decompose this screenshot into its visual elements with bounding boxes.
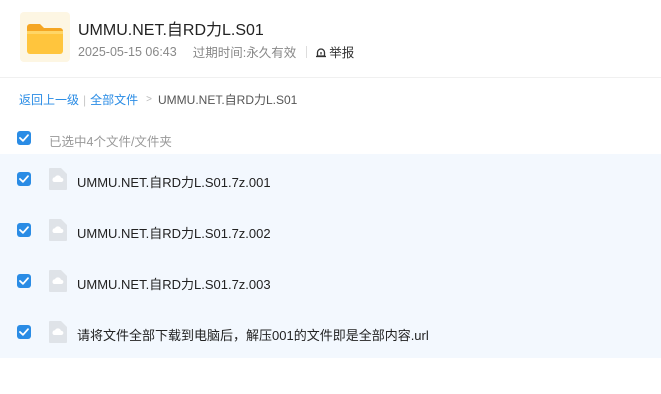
checkmark-icon [19, 226, 29, 234]
cloud-file-icon [49, 219, 67, 241]
file-name: UMMU.NET.自RD力L.S01.7z.001 [77, 175, 271, 190]
file-checkbox[interactable] [17, 172, 31, 186]
expire-label: 过期时间: [192, 46, 247, 60]
share-meta: 2025-05-15 06:43 过期时间: 永久有效 举报 [78, 42, 354, 61]
file-list: UMMU.NET.自RD力L.S01.7z.001 UMMU.NET.自RD力L… [0, 154, 661, 358]
file-row[interactable]: UMMU.NET.自RD力L.S01.7z.002 [0, 205, 661, 256]
file-name: UMMU.NET.自RD力L.S01.7z.003 [77, 277, 271, 292]
report-label: 举报 [329, 46, 355, 60]
back-link[interactable]: 返回上一级 [19, 91, 79, 108]
selection-count: 已选中4个文件/文件夹 [49, 135, 172, 149]
checkmark-icon [19, 134, 29, 142]
alarm-icon [316, 47, 327, 57]
cloud-file-icon [49, 270, 67, 292]
meta-divider [306, 45, 308, 58]
report-button[interactable]: 举报 [315, 42, 354, 61]
checkmark-icon [19, 277, 29, 285]
file-name: UMMU.NET.自RD力L.S01.7z.002 [77, 226, 271, 241]
cloud-file-icon [49, 168, 67, 190]
file-name: 请将文件全部下载到电脑后，解压001的文件即是全部内容.url [77, 328, 429, 343]
checkmark-icon [19, 175, 29, 183]
share-date: 2025-05-15 06:43 [78, 44, 177, 59]
breadcrumb-arrow-icon: > [146, 94, 152, 105]
header-divider [0, 77, 661, 78]
file-row[interactable]: 请将文件全部下载到电脑后，解压001的文件即是全部内容.url [0, 307, 661, 358]
share-title: UMMU.NET.自RD力L.S01 [78, 22, 264, 39]
checkmark-icon [19, 328, 29, 336]
select-all-row: 已选中4个文件/文件夹 [0, 124, 661, 152]
breadcrumb: 返回上一级 | 全部文件 > UMMU.NET.自RD力L.S01 [19, 91, 297, 108]
select-all-checkbox[interactable] [17, 131, 31, 145]
cloud-file-icon [49, 321, 67, 343]
file-row[interactable]: UMMU.NET.自RD力L.S01.7z.003 [0, 256, 661, 307]
expire-value: 永久有效 [246, 46, 297, 60]
file-checkbox[interactable] [17, 223, 31, 237]
all-files-link[interactable]: 全部文件 [90, 91, 138, 108]
breadcrumb-current: UMMU.NET.自RD力L.S01 [158, 93, 298, 107]
share-header: UMMU.NET.自RD力L.S01 2025-05-15 06:43 过期时间… [0, 0, 661, 78]
file-checkbox[interactable] [17, 274, 31, 288]
breadcrumb-separator: | [83, 92, 87, 107]
file-row[interactable]: UMMU.NET.自RD力L.S01.7z.001 [0, 154, 661, 205]
folder-icon [20, 12, 70, 62]
file-checkbox[interactable] [17, 325, 31, 339]
